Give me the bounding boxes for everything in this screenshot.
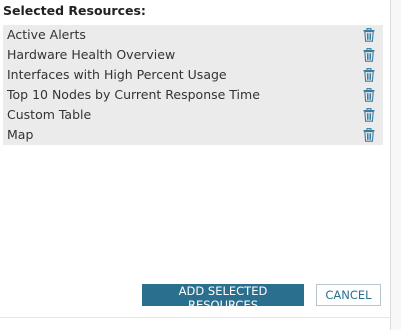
list-item[interactable]: Custom Table (3, 105, 383, 125)
selected-resources-list: Active Alerts Hardware Health Overview I… (3, 25, 383, 145)
list-item[interactable]: Map (3, 125, 383, 145)
trash-icon[interactable] (363, 68, 375, 82)
trash-icon[interactable] (363, 128, 375, 142)
trash-icon[interactable] (363, 108, 375, 122)
resource-label: Active Alerts (7, 27, 86, 42)
resource-label: Hardware Health Overview (7, 47, 176, 62)
resource-label: Top 10 Nodes by Current Response Time (7, 87, 260, 102)
resource-label: Custom Table (7, 107, 92, 122)
cancel-button[interactable]: CANCEL (316, 284, 381, 306)
list-item[interactable]: Interfaces with High Percent Usage (3, 65, 383, 85)
resource-label: Map (7, 127, 34, 142)
panel-heading: Selected Resources: (3, 3, 146, 18)
resource-label: Interfaces with High Percent Usage (7, 67, 227, 82)
list-item[interactable]: Active Alerts (3, 25, 383, 45)
add-selected-resources-button[interactable]: ADD SELECTED RESOURCES (142, 284, 304, 312)
panel-bottom-border (0, 317, 390, 318)
list-item[interactable]: Hardware Health Overview (3, 45, 383, 65)
trash-icon[interactable] (363, 48, 375, 62)
selected-resources-panel: Selected Resources: Active Alerts Hardwa… (0, 0, 390, 330)
list-item[interactable]: Top 10 Nodes by Current Response Time (3, 85, 383, 105)
trash-icon[interactable] (363, 28, 375, 42)
trash-icon[interactable] (363, 88, 375, 102)
window-edge (390, 0, 401, 330)
